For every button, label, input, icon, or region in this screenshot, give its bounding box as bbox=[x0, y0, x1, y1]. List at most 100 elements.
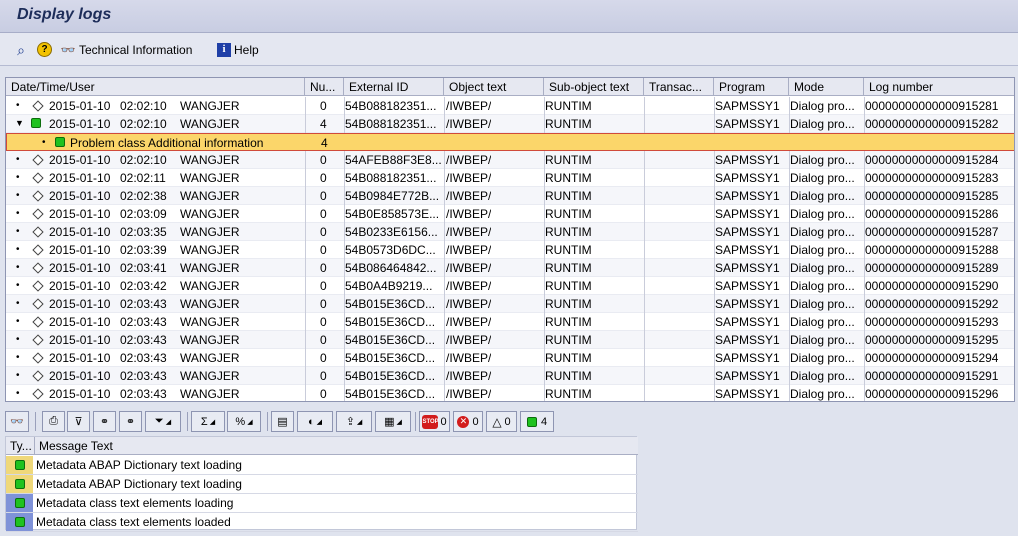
log-row[interactable]: • 2015-01-10 02:02:11 WANGJER 0 54B088182351.… bbox=[6, 169, 1014, 187]
log-program: SAPMSSY1 bbox=[715, 387, 780, 401]
message-row[interactable]: Metadata class text elements loading bbox=[6, 494, 638, 513]
log-time: 02:03:41 bbox=[120, 261, 167, 275]
col-header-object-text[interactable]: Object text bbox=[444, 78, 544, 96]
print-preview-button[interactable]: ▤ bbox=[271, 411, 294, 432]
tree-bullet-icon: • bbox=[16, 208, 20, 219]
log-number: 00000000000000915284 bbox=[865, 153, 999, 167]
log-date: 2015-01-10 bbox=[49, 387, 111, 401]
log-number: 00000000000000915285 bbox=[865, 189, 999, 203]
log-user: WANGJER bbox=[180, 171, 240, 185]
message-row[interactable]: Metadata class text elements loaded bbox=[6, 513, 638, 532]
message-grid-header: Ty... Message Text bbox=[6, 437, 638, 455]
layout-dropdown[interactable]: ▦ ◢ bbox=[375, 411, 411, 432]
log-row[interactable]: • 2015-01-10 02:03:43 WANGJER 0 54B015E36CD..… bbox=[6, 367, 1014, 385]
views-dropdown[interactable]: ◐ ◢ bbox=[297, 411, 333, 432]
log-time: 02:03:42 bbox=[120, 279, 167, 293]
help-button[interactable]: i Help bbox=[217, 40, 259, 59]
binoculars-next-icon: ⚭ bbox=[125, 416, 136, 428]
col-header-number[interactable]: Nu... bbox=[305, 78, 344, 96]
filter-error-messages-button[interactable]: ✕ 0 bbox=[453, 411, 483, 432]
log-row[interactable]: • 2015-01-10 02:02:10 WANGJER 0 54AFEB88F3E8.… bbox=[6, 151, 1014, 169]
find-next-button[interactable]: ⚭ bbox=[119, 411, 142, 432]
filter-button[interactable]: ⊽ bbox=[67, 411, 90, 432]
log-number: 00000000000000915283 bbox=[865, 171, 999, 185]
col-header-program[interactable]: Program bbox=[714, 78, 789, 96]
log-external-id: 54B015E36CD... bbox=[345, 297, 436, 311]
details-button[interactable]: 👓 bbox=[5, 411, 29, 432]
print-button[interactable]: ⎙ bbox=[42, 411, 65, 432]
log-number: 00000000000000915293 bbox=[865, 315, 999, 329]
set-filter-dropdown[interactable]: ⏷ ◢ bbox=[145, 411, 181, 432]
log-row[interactable]: • 2015-01-10 02:03:43 WANGJER 0 54B015E36CD..… bbox=[6, 385, 1014, 401]
log-row[interactable]: • 2015-01-10 02:03:09 WANGJER 0 54B0E858573E.… bbox=[6, 205, 1014, 223]
log-row[interactable]: • 2015-01-10 02:02:10 WANGJER 0 54B088182351.… bbox=[6, 97, 1014, 115]
log-message-count: 0 bbox=[320, 351, 327, 365]
tree-bullet-icon: • bbox=[16, 262, 20, 273]
expand-arrow-icon[interactable]: ▼ bbox=[15, 115, 24, 132]
log-row[interactable]: • 2015-01-10 02:03:43 WANGJER 0 54B015E36CD..… bbox=[6, 331, 1014, 349]
log-row[interactable]: • 2015-01-10 02:03:43 WANGJER 0 54B015E36CD..… bbox=[6, 349, 1014, 367]
binoculars-icon: ⚭ bbox=[99, 416, 110, 428]
log-external-id: 54B0573D6DC... bbox=[345, 243, 436, 257]
col-header-external-id[interactable]: External ID bbox=[344, 78, 444, 96]
col-header-date-time-user[interactable]: Date/Time/User bbox=[6, 78, 305, 96]
log-object-text: /IWBEP/ bbox=[446, 279, 492, 293]
log-detail-row[interactable]: • Problem class Additional information 4 bbox=[6, 133, 1014, 151]
log-message-count: 0 bbox=[320, 225, 327, 239]
log-program: SAPMSSY1 bbox=[715, 225, 780, 239]
info-icon: i bbox=[217, 42, 231, 57]
log-sub-object-text: RUNTIM bbox=[545, 117, 592, 131]
log-message-count: 4 bbox=[320, 117, 327, 131]
log-time: 02:03:35 bbox=[120, 225, 167, 239]
log-object-text: /IWBEP/ bbox=[446, 99, 492, 113]
message-row[interactable]: Metadata ABAP Dictionary text loading bbox=[6, 456, 638, 475]
log-row[interactable]: • 2015-01-10 02:03:43 WANGJER 0 54B015E36CD..… bbox=[6, 313, 1014, 331]
log-user: WANGJER bbox=[180, 117, 240, 131]
message-count: 4 bbox=[321, 136, 328, 150]
log-object-text: /IWBEP/ bbox=[446, 297, 492, 311]
log-number: 00000000000000915282 bbox=[865, 117, 999, 131]
status-diamond-icon bbox=[32, 352, 44, 364]
log-row[interactable]: ▼ 2015-01-10 02:02:10 WANGJER 4 54B088182351.… bbox=[6, 115, 1014, 133]
subtotal-dropdown[interactable]: % ◢ bbox=[227, 411, 261, 432]
status-diamond-icon bbox=[32, 100, 44, 112]
col-header-log-number[interactable]: Log number bbox=[864, 78, 1014, 96]
log-sub-object-text: RUNTIM bbox=[545, 333, 592, 347]
log-external-id: 54AFEB88F3E8... bbox=[345, 153, 442, 167]
message-row[interactable]: Metadata ABAP Dictionary text loading bbox=[6, 475, 638, 494]
find-button[interactable]: ⌕ bbox=[13, 40, 29, 59]
log-date: 2015-01-10 bbox=[49, 261, 111, 275]
log-message-count: 0 bbox=[320, 387, 327, 401]
log-row[interactable]: • 2015-01-10 02:02:38 WANGJER 0 54B0984E772B.… bbox=[6, 187, 1014, 205]
find-button-2[interactable]: ⚭ bbox=[93, 411, 116, 432]
sum-dropdown[interactable]: Σ ◢ bbox=[191, 411, 225, 432]
log-row[interactable]: • 2015-01-10 02:03:41 WANGJER 0 54B086464842.… bbox=[6, 259, 1014, 277]
log-row[interactable]: • 2015-01-10 02:03:39 WANGJER 0 54B0573D6DC..… bbox=[6, 241, 1014, 259]
log-external-id: 54B015E36CD... bbox=[345, 387, 436, 401]
log-object-text: /IWBEP/ bbox=[446, 333, 492, 347]
filter-warning-messages-button[interactable]: △ 0 bbox=[486, 411, 517, 432]
col-header-type[interactable]: Ty... bbox=[6, 437, 35, 455]
col-header-transaction[interactable]: Transac... bbox=[644, 78, 714, 96]
technical-information-button[interactable]: 👓 Technical Information bbox=[60, 40, 193, 59]
log-external-id: 54B015E36CD... bbox=[345, 315, 436, 329]
log-row[interactable]: • 2015-01-10 02:03:42 WANGJER 0 54B0A4B9219..… bbox=[6, 277, 1014, 295]
col-header-mode[interactable]: Mode bbox=[789, 78, 864, 96]
technical-information-label: Technical Information bbox=[79, 42, 193, 57]
log-user: WANGJER bbox=[180, 333, 240, 347]
log-number: 00000000000000915291 bbox=[865, 369, 999, 383]
col-header-sub-object-text[interactable]: Sub-object text bbox=[544, 78, 644, 96]
export-dropdown[interactable]: ⇪ ◢ bbox=[336, 411, 372, 432]
log-row[interactable]: • 2015-01-10 02:03:35 WANGJER 0 54B0233E6156.… bbox=[6, 223, 1014, 241]
log-sub-object-text: RUNTIM bbox=[545, 207, 592, 221]
log-external-id: 54B0E858573E... bbox=[345, 207, 440, 221]
log-object-text: /IWBEP/ bbox=[446, 207, 492, 221]
filter-stop-messages-button[interactable]: STOP 0 bbox=[419, 411, 450, 432]
problem-help-button[interactable]: ? bbox=[37, 40, 52, 59]
filter-success-messages-button[interactable]: 4 bbox=[520, 411, 554, 432]
tree-bullet-icon: • bbox=[16, 154, 20, 165]
log-object-text: /IWBEP/ bbox=[446, 189, 492, 203]
log-row[interactable]: • 2015-01-10 02:03:43 WANGJER 0 54B015E36CD..… bbox=[6, 295, 1014, 313]
col-header-message-text[interactable]: Message Text bbox=[35, 437, 638, 455]
status-diamond-icon bbox=[32, 280, 44, 292]
